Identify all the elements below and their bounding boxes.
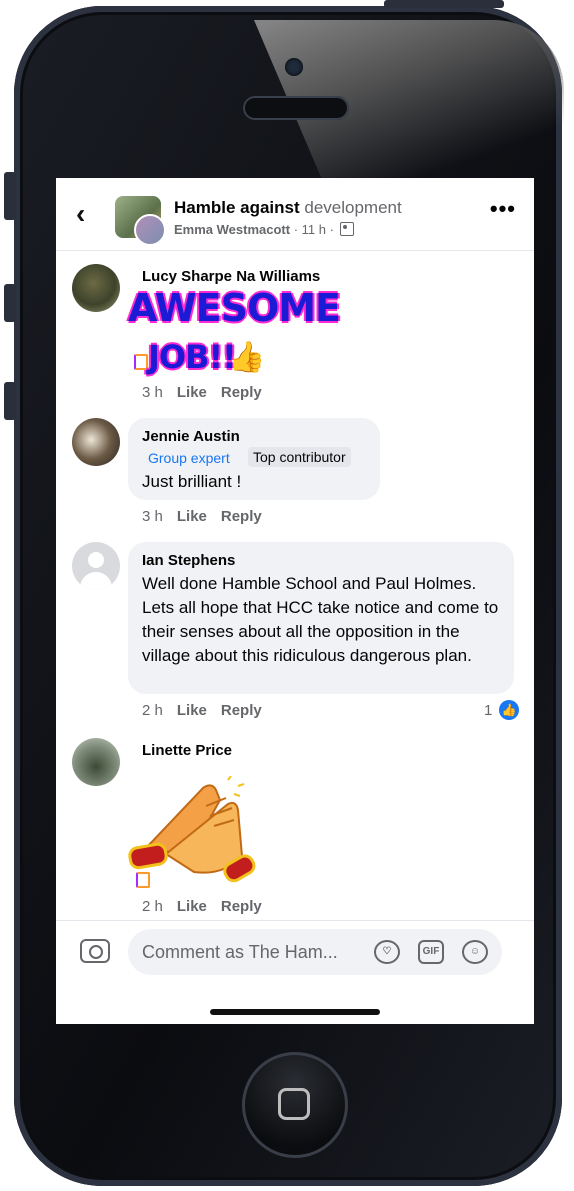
sticker-awesome-text: AWESOME: [128, 286, 341, 330]
sticker-icon: [136, 872, 150, 888]
power-button: [384, 0, 504, 8]
sticker-icon: [134, 354, 148, 370]
like-button[interactable]: Like: [177, 702, 207, 719]
post-subtitle: Emma Westmacott · 11 h ·: [174, 222, 354, 237]
home-indicator: [210, 1009, 380, 1015]
reply-button[interactable]: Reply: [221, 898, 262, 915]
top-contributor-badge: Top contributor: [248, 447, 351, 467]
earpiece-speaker: [243, 96, 349, 120]
reaction-count[interactable]: 1: [484, 702, 492, 719]
comment-author[interactable]: Ian Stephens: [142, 552, 235, 569]
group-title-faded: development: [304, 198, 402, 217]
poster-avatar[interactable]: [134, 214, 166, 246]
comment-author[interactable]: Lucy Sharpe Na Williams: [142, 268, 320, 285]
group-title-main: Hamble against: [174, 198, 305, 217]
comment-input-placeholder: Comment as The Ham...: [142, 942, 338, 962]
camera-icon[interactable]: [80, 939, 110, 963]
comment-author[interactable]: Linette Price: [142, 742, 232, 759]
more-options-icon[interactable]: •••: [490, 196, 516, 222]
comment-time: 3 h: [142, 508, 163, 525]
gif-icon[interactable]: GIF: [418, 940, 444, 964]
reply-button[interactable]: Reply: [221, 508, 262, 525]
comment-actions: 2 h Like Reply: [142, 702, 276, 719]
post-time: · 11 h ·: [290, 222, 338, 237]
like-thumb-icon[interactable]: 👍: [499, 700, 519, 720]
avatar[interactable]: [72, 264, 120, 312]
comment-actions: 3 h Like Reply: [142, 508, 276, 525]
comment-text: Just brilliant !: [142, 472, 242, 491]
front-camera: [285, 58, 303, 76]
mute-switch: [4, 172, 16, 220]
comment-text: Well done Hamble School and Paul Holmes.…: [142, 574, 499, 665]
avatar[interactable]: [72, 738, 120, 786]
emoji-icon[interactable]: ☺: [462, 940, 488, 964]
avatar-sticker-icon[interactable]: ♡: [374, 940, 400, 964]
comment-actions: 3 h Like Reply: [142, 384, 276, 401]
group-title[interactable]: Hamble against development: [174, 198, 402, 218]
reply-button[interactable]: Reply: [221, 702, 262, 719]
avatar[interactable]: [72, 418, 120, 466]
like-button[interactable]: Like: [177, 898, 207, 915]
reply-button[interactable]: Reply: [221, 384, 262, 401]
group-expert-badge: Group expert: [148, 450, 230, 466]
volume-up-button: [4, 284, 16, 322]
comment-author[interactable]: Jennie Austin: [142, 428, 240, 445]
comment-time: 2 h: [142, 898, 163, 915]
like-button[interactable]: Like: [177, 384, 207, 401]
back-chevron-icon[interactable]: ‹: [76, 200, 85, 228]
comment-input[interactable]: Comment as The Ham... ♡ GIF ☺: [128, 929, 502, 975]
home-button[interactable]: [242, 1052, 348, 1158]
post-header: ‹ Hamble against development Emma Westma…: [56, 178, 534, 251]
comment-composer: Comment as The Ham... ♡ GIF ☺: [56, 920, 534, 1024]
comment-time: 3 h: [142, 384, 163, 401]
like-button[interactable]: Like: [177, 508, 207, 525]
thumbs-up-sticker-icon: 👍: [228, 340, 266, 375]
volume-down-button: [4, 382, 16, 420]
poster-name[interactable]: Emma Westmacott: [174, 222, 290, 237]
group-privacy-icon: [339, 222, 354, 236]
default-avatar-icon[interactable]: [72, 542, 120, 590]
app-screen: ‹ Hamble against development Emma Westma…: [56, 178, 534, 1024]
comment-time: 2 h: [142, 702, 163, 719]
sticker-job-text: JOB!!: [148, 338, 237, 376]
comment-actions: 2 h Like Reply: [142, 898, 276, 915]
home-square-icon: [278, 1088, 310, 1120]
